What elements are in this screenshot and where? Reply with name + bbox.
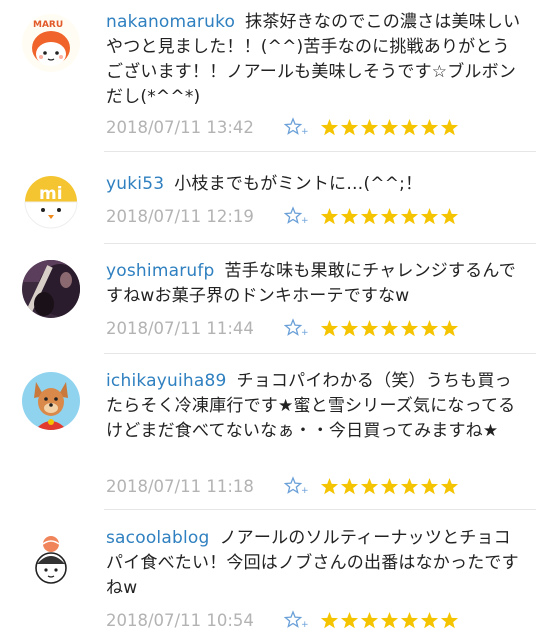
comment-item: ichikayuiha89 チョコパイわかる（笑）うちも買ったらそく冷凍庫行です★… [0, 354, 536, 510]
star-icon[interactable] [320, 118, 339, 137]
star-icon[interactable] [360, 611, 379, 630]
comment-date[interactable]: 2018/07/11 11:18 [106, 477, 284, 496]
user-avatar[interactable] [22, 532, 80, 590]
comment-date[interactable]: 2018/07/11 10:54 [106, 611, 284, 630]
star-icon[interactable] [340, 118, 359, 137]
star-icon[interactable] [380, 118, 399, 137]
star-list[interactable] [320, 319, 459, 338]
comment-body: nakanomaruko 抹茶好きなのでこの濃さは美味しいやつと見ました！！(^^… [106, 10, 526, 110]
comment-body: sacoolablog ノアールのソルティーナッツとチョコパイ食べたい！今回はノブ… [106, 526, 526, 601]
star-icon[interactable] [340, 477, 359, 496]
add-star-icon[interactable]: + [283, 318, 309, 338]
star-icon[interactable] [400, 477, 419, 496]
comment-date[interactable]: 2018/07/11 12:19 [106, 207, 284, 226]
star-icon[interactable] [340, 611, 359, 630]
add-star-icon[interactable]: + [283, 206, 309, 226]
star-icon[interactable] [320, 319, 339, 338]
comment-body: ichikayuiha89 チョコパイわかる（笑）うちも買ったらそく冷凍庫行です★… [106, 369, 526, 444]
user-avatar[interactable]: mi [22, 172, 80, 230]
comment-body: yuki53 小枝までもがミントに…(^^;！ [106, 172, 526, 197]
star-icon[interactable] [420, 477, 439, 496]
star-icon[interactable] [420, 207, 439, 226]
user-avatar[interactable] [22, 372, 80, 430]
star-icon[interactable] [440, 207, 459, 226]
avatar-label: mi [39, 184, 63, 204]
comment-meta: 2018/07/11 10:54 + [106, 608, 459, 632]
star-icon[interactable] [340, 207, 359, 226]
star-icon[interactable] [360, 477, 379, 496]
svg-text:+: + [301, 486, 308, 496]
comment-meta: 2018/07/11 11:18 + [106, 474, 459, 498]
user-avatar[interactable] [22, 260, 80, 318]
comment-meta: 2018/07/11 13:42 + [106, 115, 459, 139]
comment-username[interactable]: ichikayuiha89 [106, 371, 227, 391]
comment-body: yoshimarufp 苦手な味も果敢にチャレンジするんですねwお菓子界のドンキホ… [106, 259, 526, 309]
comment-item: MARU nakanomaruko 抹茶好きなのでこの濃さは美味しいやつと見ました… [0, 0, 536, 152]
star-icon[interactable] [440, 611, 459, 630]
star-icon[interactable] [400, 319, 419, 338]
star-list[interactable] [320, 477, 459, 496]
comment-text: 小枝までもがミントに…(^^;！ [174, 174, 423, 194]
star-icon[interactable] [380, 207, 399, 226]
svg-text:+: + [301, 328, 308, 338]
star-icon[interactable] [320, 611, 339, 630]
comment-meta: 2018/07/11 12:19 + [106, 204, 459, 228]
star-icon[interactable] [400, 207, 419, 226]
comment-item: sacoolablog ノアールのソルティーナッツとチョコパイ食べたい！今回はノブ… [0, 510, 536, 640]
star-icon[interactable] [400, 118, 419, 137]
comment-username[interactable]: nakanomaruko [106, 12, 235, 32]
star-icon[interactable] [400, 611, 419, 630]
star-icon[interactable] [380, 611, 399, 630]
maru-character-avatar-icon: MARU [22, 14, 80, 72]
star-list[interactable] [320, 118, 459, 137]
star-list[interactable] [320, 207, 459, 226]
star-icon[interactable] [320, 477, 339, 496]
comment-item: mi yuki53 小枝までもがミントに…(^^;！ 2018/07/11 12:… [0, 152, 536, 244]
add-star-icon[interactable]: + [283, 476, 309, 496]
comment-date[interactable]: 2018/07/11 13:42 [106, 118, 284, 137]
star-icon[interactable] [320, 207, 339, 226]
star-icon[interactable] [360, 319, 379, 338]
comment-username[interactable]: yoshimarufp [106, 261, 215, 281]
star-icon[interactable] [360, 207, 379, 226]
svg-text:+: + [301, 216, 308, 226]
add-star-icon[interactable]: + [283, 610, 309, 630]
guitar-photo-avatar-icon [22, 260, 80, 318]
comment-username[interactable]: yuki53 [106, 174, 164, 194]
mi-chick-avatar-icon: mi [22, 172, 80, 230]
star-icon[interactable] [340, 319, 359, 338]
star-icon[interactable] [420, 118, 439, 137]
comment-date[interactable]: 2018/07/11 11:44 [106, 319, 284, 338]
svg-text:+: + [301, 127, 308, 137]
svg-text:+: + [301, 620, 308, 630]
star-list[interactable] [320, 611, 459, 630]
star-icon[interactable] [420, 611, 439, 630]
star-icon[interactable] [440, 118, 459, 137]
star-icon[interactable] [440, 477, 459, 496]
star-icon[interactable] [360, 118, 379, 137]
star-icon[interactable] [420, 319, 439, 338]
comment-meta: 2018/07/11 11:44 + [106, 316, 459, 340]
comment-item: yoshimarufp 苦手な味も果敢にチャレンジするんですねwお菓子界のドンキホ… [0, 244, 536, 354]
comment-list: MARU nakanomaruko 抹茶好きなのでこの濃さは美味しいやつと見ました… [0, 0, 536, 640]
star-icon[interactable] [380, 477, 399, 496]
comment-username[interactable]: sacoolablog [106, 528, 209, 548]
dog-character-avatar-icon [22, 372, 80, 430]
star-icon[interactable] [440, 319, 459, 338]
add-star-icon[interactable]: + [283, 117, 309, 137]
avatar-label: MARU [33, 20, 63, 30]
user-avatar[interactable]: MARU [22, 14, 80, 72]
star-icon[interactable] [380, 319, 399, 338]
girl-illustration-avatar-icon [22, 532, 80, 590]
